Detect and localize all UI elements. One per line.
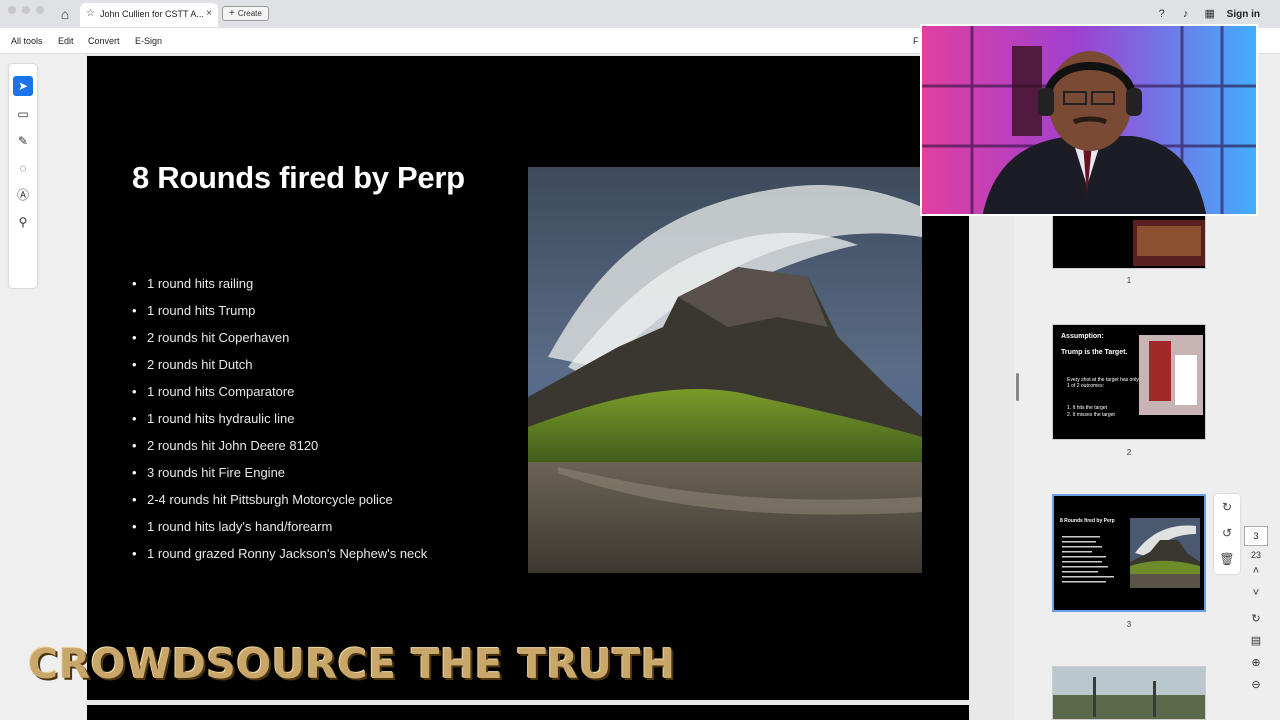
header-actions: ? ♪ ▦ Sign in: [1155, 6, 1260, 22]
window-minimize-button[interactable]: [22, 6, 30, 14]
thumb-text: Assumption:: [1061, 333, 1104, 340]
left-tool-panel: ➤ ▭ ✎ ◌ Ⓐ ⚲: [0, 54, 86, 720]
list-item: 3 rounds hit Fire Engine: [132, 465, 427, 492]
chevron-up-icon[interactable]: ˄: [1244, 560, 1268, 582]
total-pages: 23: [1250, 550, 1261, 560]
sign-in-button[interactable]: Sign in: [1227, 9, 1260, 20]
thumb-text: Every shot at the target has only 1 of 2…: [1067, 377, 1139, 389]
apps-grid-icon[interactable]: ▦: [1203, 7, 1217, 21]
stamp-icon[interactable]: ⚲: [13, 212, 33, 232]
help-icon[interactable]: ?: [1155, 7, 1169, 21]
slide-title: 8 Rounds fired by Perp: [132, 160, 465, 195]
page-thumbnail-3[interactable]: 8 Rounds fired by Perp: [1052, 494, 1206, 612]
list-item: 2 rounds hit Coperhaven: [132, 330, 427, 357]
pen-icon[interactable]: ✎: [13, 131, 33, 151]
zoom-out-icon[interactable]: ⊖: [1244, 674, 1268, 696]
menu-all-tools[interactable]: All tools: [11, 36, 43, 46]
window-zoom-button[interactable]: [36, 6, 44, 14]
refresh-icon[interactable]: ↻: [1244, 608, 1268, 630]
webcam-overlay: [920, 24, 1258, 216]
list-item: 2 rounds hit John Deere 8120: [132, 438, 427, 465]
list-item: 1 round hits railing: [132, 276, 427, 303]
pdf-page-slide: 8 Rounds fired by Perp 1 round hits rail…: [87, 56, 969, 700]
bell-icon[interactable]: ♪: [1179, 7, 1193, 21]
window-close-button[interactable]: [8, 6, 16, 14]
list-item: 1 round hits lady's hand/forearm: [132, 519, 427, 546]
star-icon[interactable]: ☆: [86, 8, 95, 19]
list-item: 2 rounds hit Dutch: [132, 357, 427, 384]
menu-truncated[interactable]: F: [913, 36, 919, 46]
tab-title: John Cullien for CSTT A...: [100, 9, 204, 19]
thumbnail-number: 2: [1126, 448, 1132, 457]
thumb-text: 2. It misses the target: [1067, 412, 1115, 418]
page-thumbnail-4[interactable]: [1052, 666, 1206, 720]
list-item: 1 round grazed Ronny Jackson's Nephew's …: [132, 546, 427, 573]
watermark-logo: CROWDSOURCE THE TRUTH: [28, 640, 676, 688]
thumbnail-number: 1: [1126, 276, 1132, 285]
lasso-icon[interactable]: ◌: [13, 158, 33, 178]
thumb-text: 1. It hits the target: [1067, 405, 1108, 411]
current-page-input[interactable]: 3: [1244, 526, 1268, 546]
thumb-text: 8 Rounds fired by Perp: [1060, 518, 1115, 524]
menu-convert[interactable]: Convert: [88, 36, 120, 46]
panel-resize-handle[interactable]: [1016, 373, 1019, 401]
mountain-photo: [528, 167, 922, 573]
comment-icon[interactable]: ▭: [13, 104, 33, 124]
page-thumbnail-1[interactable]: [1052, 215, 1206, 269]
menu-edit[interactable]: Edit: [58, 36, 74, 46]
create-button[interactable]: + Create: [222, 6, 269, 21]
thumbnail-number: 3: [1126, 620, 1132, 629]
delete-page-icon[interactable]: 🗑: [1214, 546, 1240, 572]
menu-esign[interactable]: E-Sign: [135, 36, 162, 46]
close-tab-icon[interactable]: ×: [206, 8, 212, 19]
fit-page-icon[interactable]: ▤: [1244, 630, 1268, 652]
page-thumbnail-2[interactable]: Assumption: Trump is the Target. Every s…: [1052, 324, 1206, 440]
bullet-list: 1 round hits railing 1 round hits Trump …: [132, 276, 427, 573]
list-item: 1 round hits Trump: [132, 303, 427, 330]
document-tab[interactable]: ☆ John Cullien for CSTT A... ×: [80, 3, 218, 27]
list-item: 2-4 rounds hit Pittsburgh Motorcycle pol…: [132, 492, 427, 519]
next-page-slide: [87, 705, 969, 720]
zoom-in-icon[interactable]: ⊕: [1244, 652, 1268, 674]
thumb-text: Trump is the Target.: [1061, 349, 1128, 356]
list-item: 1 round hits hydraulic line: [132, 411, 427, 438]
text-box-icon[interactable]: Ⓐ: [13, 185, 33, 205]
rotate-counterclockwise-icon[interactable]: ↺: [1214, 520, 1240, 546]
list-item: 1 round hits Comparatore: [132, 384, 427, 411]
rotate-clockwise-icon[interactable]: ↻: [1214, 494, 1240, 520]
plus-icon: +: [229, 8, 235, 19]
quick-tools: ➤ ▭ ✎ ◌ Ⓐ ⚲: [9, 64, 37, 288]
page-actions-toolbar: ↻ ↺ 🗑: [1214, 494, 1240, 574]
page-navigation: 3 23 ˄ ˅ ↻ ▤ ⊕ ⊖: [1244, 526, 1272, 696]
select-cursor-icon[interactable]: ➤: [13, 76, 33, 96]
chevron-down-icon[interactable]: ˅: [1244, 582, 1268, 604]
home-icon[interactable]: ⌂: [56, 6, 74, 22]
